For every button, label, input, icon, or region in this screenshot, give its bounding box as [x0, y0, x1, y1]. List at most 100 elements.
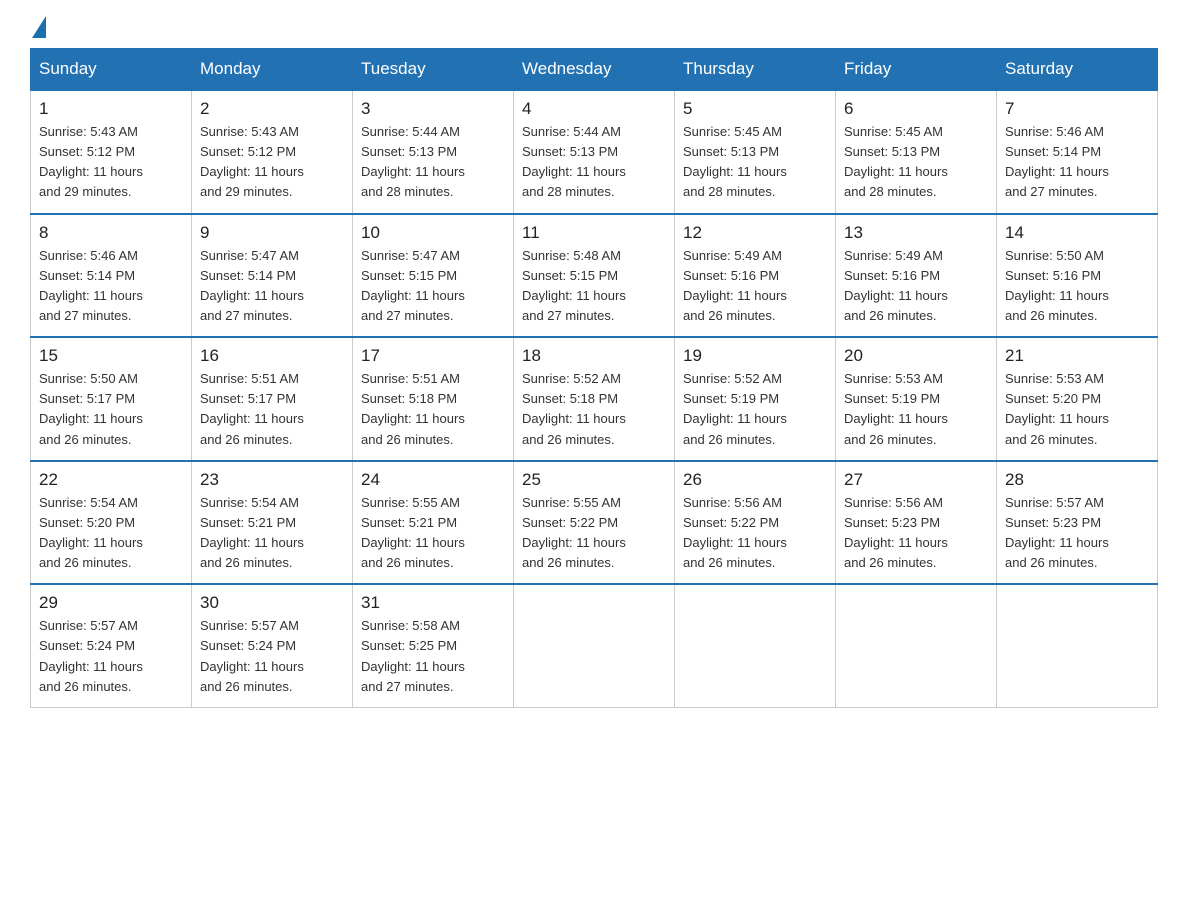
- day-info: Sunrise: 5:46 AMSunset: 5:14 PMDaylight:…: [39, 246, 183, 327]
- day-info: Sunrise: 5:52 AMSunset: 5:19 PMDaylight:…: [683, 369, 827, 450]
- day-number: 19: [683, 346, 827, 366]
- week-row-3: 15 Sunrise: 5:50 AMSunset: 5:17 PMDayligh…: [31, 337, 1158, 461]
- week-row-1: 1 Sunrise: 5:43 AMSunset: 5:12 PMDaylight…: [31, 90, 1158, 214]
- calendar-cell: 3 Sunrise: 5:44 AMSunset: 5:13 PMDaylight…: [353, 90, 514, 214]
- calendar-cell: [675, 584, 836, 707]
- calendar-cell: 22 Sunrise: 5:54 AMSunset: 5:20 PMDayligh…: [31, 461, 192, 585]
- weekday-header-wednesday: Wednesday: [514, 49, 675, 91]
- day-info: Sunrise: 5:50 AMSunset: 5:16 PMDaylight:…: [1005, 246, 1149, 327]
- weekday-header-monday: Monday: [192, 49, 353, 91]
- calendar-cell: 20 Sunrise: 5:53 AMSunset: 5:19 PMDayligh…: [836, 337, 997, 461]
- day-info: Sunrise: 5:54 AMSunset: 5:21 PMDaylight:…: [200, 493, 344, 574]
- day-number: 18: [522, 346, 666, 366]
- day-info: Sunrise: 5:51 AMSunset: 5:17 PMDaylight:…: [200, 369, 344, 450]
- day-number: 26: [683, 470, 827, 490]
- day-number: 15: [39, 346, 183, 366]
- day-number: 30: [200, 593, 344, 613]
- day-number: 1: [39, 99, 183, 119]
- day-info: Sunrise: 5:50 AMSunset: 5:17 PMDaylight:…: [39, 369, 183, 450]
- calendar-cell: 19 Sunrise: 5:52 AMSunset: 5:19 PMDayligh…: [675, 337, 836, 461]
- calendar-cell: 5 Sunrise: 5:45 AMSunset: 5:13 PMDaylight…: [675, 90, 836, 214]
- day-info: Sunrise: 5:43 AMSunset: 5:12 PMDaylight:…: [39, 122, 183, 203]
- calendar-cell: 12 Sunrise: 5:49 AMSunset: 5:16 PMDayligh…: [675, 214, 836, 338]
- logo-triangle-icon: [32, 16, 46, 38]
- day-info: Sunrise: 5:47 AMSunset: 5:15 PMDaylight:…: [361, 246, 505, 327]
- weekday-header-thursday: Thursday: [675, 49, 836, 91]
- page-header: [30, 20, 1158, 38]
- calendar-cell: 15 Sunrise: 5:50 AMSunset: 5:17 PMDayligh…: [31, 337, 192, 461]
- calendar-cell: 29 Sunrise: 5:57 AMSunset: 5:24 PMDayligh…: [31, 584, 192, 707]
- calendar-cell: 7Sunrise: 5:46 AMSunset: 5:14 PMDaylight…: [997, 90, 1158, 214]
- day-number: 27: [844, 470, 988, 490]
- week-row-4: 22 Sunrise: 5:54 AMSunset: 5:20 PMDayligh…: [31, 461, 1158, 585]
- calendar-cell: 8 Sunrise: 5:46 AMSunset: 5:14 PMDaylight…: [31, 214, 192, 338]
- calendar-cell: 16 Sunrise: 5:51 AMSunset: 5:17 PMDayligh…: [192, 337, 353, 461]
- day-number: 14: [1005, 223, 1149, 243]
- weekday-header-friday: Friday: [836, 49, 997, 91]
- day-number: 5: [683, 99, 827, 119]
- day-number: 3: [361, 99, 505, 119]
- day-number: 8: [39, 223, 183, 243]
- calendar-cell: 18 Sunrise: 5:52 AMSunset: 5:18 PMDayligh…: [514, 337, 675, 461]
- calendar-cell: 4 Sunrise: 5:44 AMSunset: 5:13 PMDaylight…: [514, 90, 675, 214]
- calendar-cell: 6Sunrise: 5:45 AMSunset: 5:13 PMDaylight…: [836, 90, 997, 214]
- day-info: Sunrise: 5:45 AMSunset: 5:13 PMDaylight:…: [844, 122, 988, 203]
- day-number: 10: [361, 223, 505, 243]
- day-info: Sunrise: 5:54 AMSunset: 5:20 PMDaylight:…: [39, 493, 183, 574]
- calendar-cell: 23 Sunrise: 5:54 AMSunset: 5:21 PMDayligh…: [192, 461, 353, 585]
- day-info: Sunrise: 5:49 AMSunset: 5:16 PMDaylight:…: [844, 246, 988, 327]
- week-row-2: 8 Sunrise: 5:46 AMSunset: 5:14 PMDaylight…: [31, 214, 1158, 338]
- day-number: 28: [1005, 470, 1149, 490]
- day-info: Sunrise: 5:49 AMSunset: 5:16 PMDaylight:…: [683, 246, 827, 327]
- day-number: 21: [1005, 346, 1149, 366]
- calendar-cell: 1 Sunrise: 5:43 AMSunset: 5:12 PMDaylight…: [31, 90, 192, 214]
- day-info: Sunrise: 5:51 AMSunset: 5:18 PMDaylight:…: [361, 369, 505, 450]
- day-info: Sunrise: 5:44 AMSunset: 5:13 PMDaylight:…: [361, 122, 505, 203]
- day-info: Sunrise: 5:43 AMSunset: 5:12 PMDaylight:…: [200, 122, 344, 203]
- calendar-cell: 17 Sunrise: 5:51 AMSunset: 5:18 PMDayligh…: [353, 337, 514, 461]
- day-number: 20: [844, 346, 988, 366]
- calendar-cell: 2 Sunrise: 5:43 AMSunset: 5:12 PMDaylight…: [192, 90, 353, 214]
- day-number: 31: [361, 593, 505, 613]
- day-number: 22: [39, 470, 183, 490]
- day-info: Sunrise: 5:56 AMSunset: 5:23 PMDaylight:…: [844, 493, 988, 574]
- calendar-cell: 13 Sunrise: 5:49 AMSunset: 5:16 PMDayligh…: [836, 214, 997, 338]
- day-number: 12: [683, 223, 827, 243]
- calendar-cell: 10 Sunrise: 5:47 AMSunset: 5:15 PMDayligh…: [353, 214, 514, 338]
- day-info: Sunrise: 5:45 AMSunset: 5:13 PMDaylight:…: [683, 122, 827, 203]
- weekday-header-tuesday: Tuesday: [353, 49, 514, 91]
- day-number: 16: [200, 346, 344, 366]
- day-info: Sunrise: 5:58 AMSunset: 5:25 PMDaylight:…: [361, 616, 505, 697]
- weekday-header-sunday: Sunday: [31, 49, 192, 91]
- day-info: Sunrise: 5:57 AMSunset: 5:23 PMDaylight:…: [1005, 493, 1149, 574]
- day-number: 29: [39, 593, 183, 613]
- day-info: Sunrise: 5:53 AMSunset: 5:20 PMDaylight:…: [1005, 369, 1149, 450]
- day-info: Sunrise: 5:47 AMSunset: 5:14 PMDaylight:…: [200, 246, 344, 327]
- day-number: 23: [200, 470, 344, 490]
- day-info: Sunrise: 5:57 AMSunset: 5:24 PMDaylight:…: [39, 616, 183, 697]
- calendar-cell: [997, 584, 1158, 707]
- day-number: 2: [200, 99, 344, 119]
- logo: [30, 20, 46, 38]
- day-number: 17: [361, 346, 505, 366]
- weekday-header-saturday: Saturday: [997, 49, 1158, 91]
- calendar-cell: [836, 584, 997, 707]
- calendar-cell: 26Sunrise: 5:56 AMSunset: 5:22 PMDayligh…: [675, 461, 836, 585]
- calendar-cell: 24Sunrise: 5:55 AMSunset: 5:21 PMDayligh…: [353, 461, 514, 585]
- day-info: Sunrise: 5:53 AMSunset: 5:19 PMDaylight:…: [844, 369, 988, 450]
- calendar-cell: 21 Sunrise: 5:53 AMSunset: 5:20 PMDayligh…: [997, 337, 1158, 461]
- calendar-cell: 27 Sunrise: 5:56 AMSunset: 5:23 PMDayligh…: [836, 461, 997, 585]
- day-info: Sunrise: 5:55 AMSunset: 5:21 PMDaylight:…: [361, 493, 505, 574]
- day-info: Sunrise: 5:46 AMSunset: 5:14 PMDaylight:…: [1005, 122, 1149, 203]
- calendar-cell: 9 Sunrise: 5:47 AMSunset: 5:14 PMDaylight…: [192, 214, 353, 338]
- day-number: 4: [522, 99, 666, 119]
- day-number: 11: [522, 223, 666, 243]
- calendar-cell: 31 Sunrise: 5:58 AMSunset: 5:25 PMDayligh…: [353, 584, 514, 707]
- day-number: 9: [200, 223, 344, 243]
- calendar-table: SundayMondayTuesdayWednesdayThursdayFrid…: [30, 48, 1158, 708]
- calendar-cell: 11Sunrise: 5:48 AMSunset: 5:15 PMDayligh…: [514, 214, 675, 338]
- week-row-5: 29 Sunrise: 5:57 AMSunset: 5:24 PMDayligh…: [31, 584, 1158, 707]
- day-info: Sunrise: 5:44 AMSunset: 5:13 PMDaylight:…: [522, 122, 666, 203]
- day-info: Sunrise: 5:52 AMSunset: 5:18 PMDaylight:…: [522, 369, 666, 450]
- day-number: 13: [844, 223, 988, 243]
